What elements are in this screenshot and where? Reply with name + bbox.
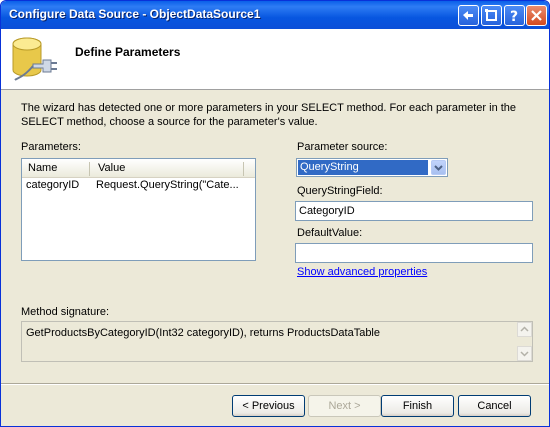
scroll-down-button[interactable] xyxy=(517,346,532,361)
restore-icon xyxy=(485,9,497,21)
scroll-up-button[interactable] xyxy=(517,322,532,337)
chevron-down-icon xyxy=(520,351,529,357)
help-button[interactable]: ? xyxy=(504,5,525,26)
svg-text:?: ? xyxy=(510,9,518,25)
list-item[interactable]: categoryID Request.QueryString("Cate... xyxy=(24,178,253,193)
parameter-source-select[interactable]: QueryString xyxy=(296,158,448,177)
parameters-label: Parameters: xyxy=(21,141,81,153)
help-context-button[interactable] xyxy=(458,5,479,26)
footer-divider xyxy=(1,383,549,385)
default-value-label: DefaultValue: xyxy=(297,227,363,239)
parameters-list[interactable]: Name Value categoryID Request.QueryStrin… xyxy=(21,158,256,261)
back-icon xyxy=(463,11,473,20)
method-signature-text: GetProductsByCategoryID(Int32 categoryID… xyxy=(26,327,380,339)
restore-button[interactable] xyxy=(481,5,502,26)
close-button[interactable] xyxy=(526,5,547,26)
parameters-list-header: Name Value xyxy=(22,159,255,178)
column-header-value[interactable]: Value xyxy=(98,162,125,174)
show-advanced-properties-link[interactable]: Show advanced properties xyxy=(297,266,427,278)
querystring-field-input[interactable]: CategoryID xyxy=(295,201,533,221)
method-signature-box: GetProductsByCategoryID(Int32 categoryID… xyxy=(21,321,533,362)
previous-button[interactable]: < Previous xyxy=(232,395,305,417)
method-signature-label: Method signature: xyxy=(21,306,110,318)
parameter-value: Request.QueryString("Cate... xyxy=(96,179,239,191)
chevron-up-icon xyxy=(520,326,529,332)
close-icon xyxy=(531,10,542,21)
title-bar[interactable]: Configure Data Source - ObjectDataSource… xyxy=(1,1,549,29)
next-button[interactable]: Next > xyxy=(308,395,381,417)
parameter-source-selected: QueryString xyxy=(298,160,428,175)
help-icon: ? xyxy=(510,9,518,25)
wizard-description: The wizard has detected one or more para… xyxy=(21,102,517,128)
chevron-down-icon xyxy=(434,165,443,171)
cancel-button[interactable]: Cancel xyxy=(458,395,531,417)
dialog-window: Configure Data Source - ObjectDataSource… xyxy=(0,0,550,427)
database-icon xyxy=(12,37,57,81)
column-header-name[interactable]: Name xyxy=(28,162,57,174)
column-divider[interactable] xyxy=(243,162,244,176)
finish-button[interactable]: Finish xyxy=(381,395,454,417)
parameter-name: categoryID xyxy=(26,179,80,191)
querystring-field-label: QueryStringField: xyxy=(297,185,383,197)
window-title: Configure Data Source - ObjectDataSource… xyxy=(9,7,261,21)
column-divider[interactable] xyxy=(89,162,90,176)
dropdown-button[interactable] xyxy=(431,160,446,175)
parameter-source-label: Parameter source: xyxy=(297,141,388,153)
default-value-input[interactable] xyxy=(295,243,533,263)
wizard-heading: Define Parameters xyxy=(75,45,181,59)
wizard-header: Define Parameters xyxy=(1,29,549,90)
